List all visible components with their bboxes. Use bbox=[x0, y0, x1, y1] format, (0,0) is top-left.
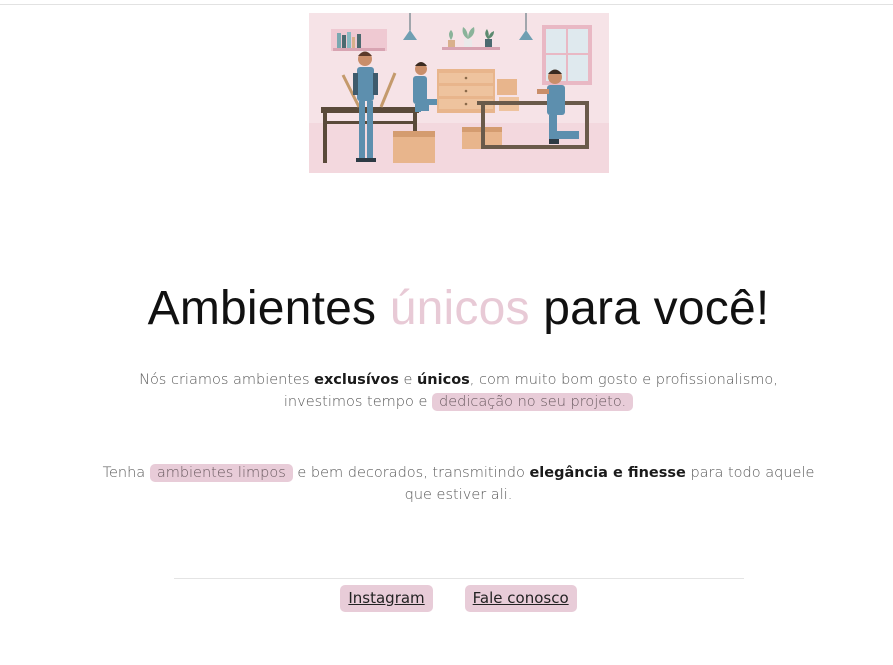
intro-paragraph: Nós criamos ambientes exclusívos e único… bbox=[100, 369, 817, 413]
intro-bold-exclusive: exclusívos bbox=[314, 372, 399, 388]
footer-divider bbox=[174, 578, 744, 579]
page-title: Ambientes únicos para você! bbox=[0, 280, 893, 338]
footer-links: Instagram Fale conosco bbox=[0, 585, 893, 612]
hero-illustration bbox=[309, 13, 609, 173]
clean-text-1: Tenha bbox=[102, 465, 150, 481]
title-accent-word: únicos bbox=[389, 282, 530, 335]
contact-link[interactable]: Fale conosco bbox=[464, 585, 577, 612]
intro-highlight: dedicação no seu projeto. bbox=[432, 393, 634, 411]
title-part1: Ambientes bbox=[147, 282, 390, 335]
clean-text-2: e bem decorados, transmitindo bbox=[292, 465, 530, 481]
instagram-link[interactable]: Instagram bbox=[340, 585, 433, 612]
top-divider bbox=[0, 4, 893, 5]
clean-bold-elegance: elegância e finesse bbox=[529, 465, 686, 481]
title-part2: para você! bbox=[529, 282, 770, 335]
intro-bold-unique: únicos bbox=[416, 372, 470, 388]
intro-text-2: e bbox=[398, 372, 417, 388]
clean-spaces-paragraph: Tenha ambientes limpos e bem decorados, … bbox=[100, 462, 817, 506]
intro-text-1: Nós criamos ambientes bbox=[139, 372, 315, 388]
clean-highlight: ambientes limpos bbox=[149, 464, 293, 482]
